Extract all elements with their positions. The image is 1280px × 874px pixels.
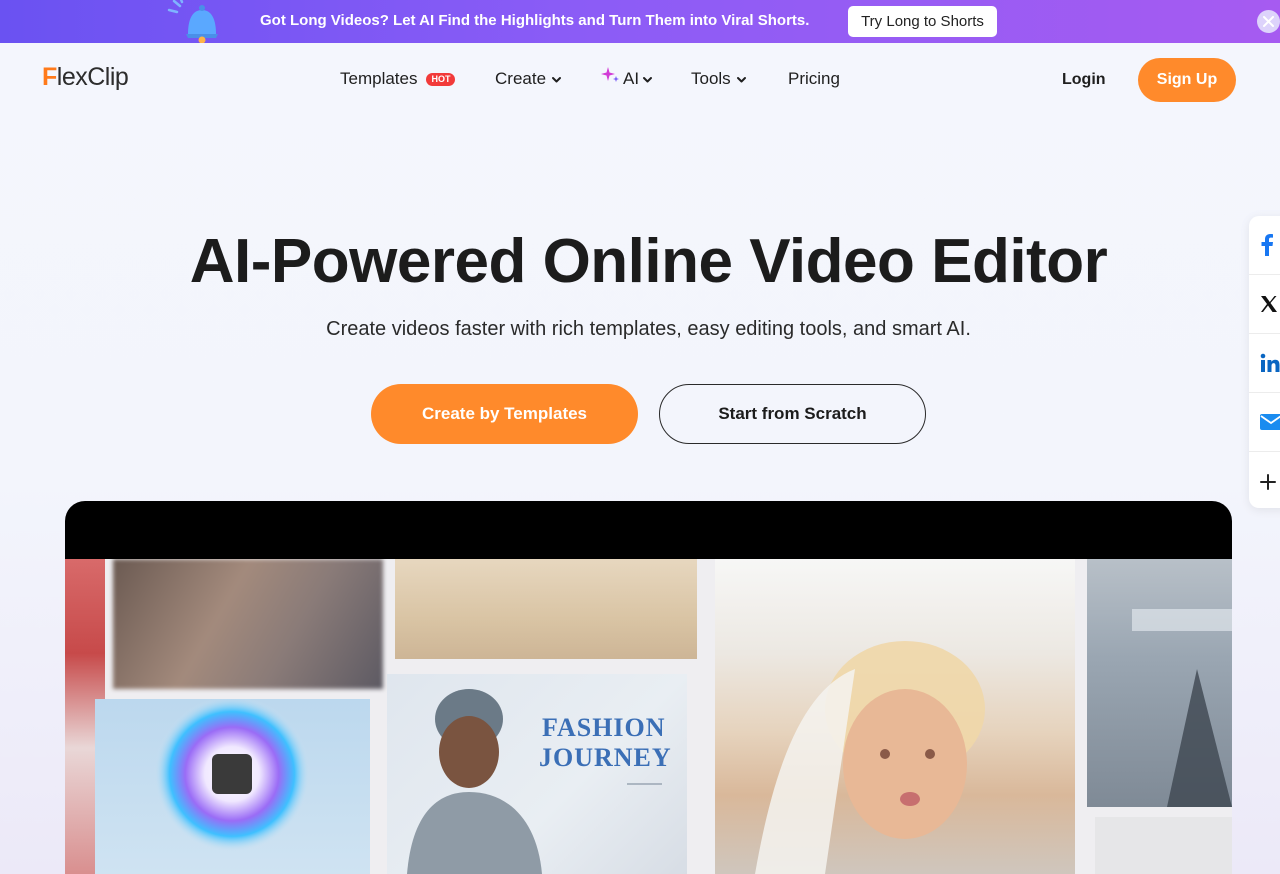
fashion-template-tile: FASHION JOURNEY (387, 674, 687, 874)
sparkle-icon (601, 67, 619, 82)
nav-item-label: Tools (691, 69, 731, 88)
page-title: AI-Powered Online Video Editor (189, 227, 1108, 296)
fashion-title-line2: JOURNEY (539, 743, 672, 772)
start-from-scratch-button[interactable]: Start from Scratch (659, 384, 926, 444)
login-link[interactable]: Login (1062, 71, 1106, 89)
collage-tile (113, 559, 383, 689)
share-facebook[interactable] (1249, 216, 1280, 275)
flexclip-logo[interactable]: FlexClip (42, 63, 129, 92)
create-by-templates-button[interactable]: Create by Templates (371, 384, 638, 444)
facebook-icon (1261, 234, 1273, 256)
logo-text: lexClip (56, 63, 129, 91)
template-collage: FASHION JOURNEY (65, 559, 1232, 874)
fashion-title-line1: FASHION (542, 713, 666, 742)
plus-icon (1260, 473, 1276, 490)
bell-icon (167, 0, 218, 43)
linkedin-icon (1260, 353, 1280, 372)
share-email[interactable] (1249, 393, 1280, 452)
collage-tile (1095, 817, 1232, 874)
collage-tile (715, 559, 1075, 874)
nav-item-label: AI (623, 69, 640, 88)
promo-text: Got Long Videos? Let AI Find the Highlig… (260, 12, 810, 29)
hero-subtitle: Create videos faster with rich templates… (326, 318, 971, 340)
nav-item-label: Pricing (788, 69, 840, 88)
share-x[interactable] (1249, 275, 1280, 334)
share-rail (1249, 216, 1280, 508)
share-more[interactable] (1249, 452, 1280, 511)
chevron-down-icon (736, 76, 746, 82)
logo-letter: F (42, 63, 57, 91)
collage-tile (1087, 559, 1232, 807)
editor-preview: FASHION JOURNEY (65, 501, 1232, 874)
top-nav: FlexClip Templates HOT Create AI Tools P… (0, 43, 1280, 117)
collage-tile (395, 559, 697, 659)
promo-banner: Got Long Videos? Let AI Find the Highlig… (0, 0, 1280, 43)
nav-item-label: Templates (340, 69, 418, 88)
nav-item-templates[interactable]: Templates HOT (340, 69, 456, 89)
nav-item-create[interactable]: Create (495, 69, 562, 89)
hot-badge: HOT (426, 72, 456, 86)
close-icon[interactable] (1257, 10, 1280, 33)
chevron-down-icon (552, 76, 562, 82)
email-icon (1260, 414, 1280, 430)
try-long-to-shorts-button[interactable]: Try Long to Shorts (848, 6, 997, 37)
nav-item-tools[interactable]: Tools (691, 69, 747, 89)
x-icon (1261, 296, 1277, 312)
nav-item-pricing[interactable]: Pricing (788, 69, 840, 89)
nav-item-ai[interactable]: AI (600, 67, 653, 89)
share-linkedin[interactable] (1249, 334, 1280, 393)
nav-item-label: Create (495, 69, 547, 88)
sign-up-button[interactable]: Sign Up (1138, 58, 1236, 102)
collage-tile (95, 696, 370, 874)
chevron-down-icon (643, 76, 653, 82)
